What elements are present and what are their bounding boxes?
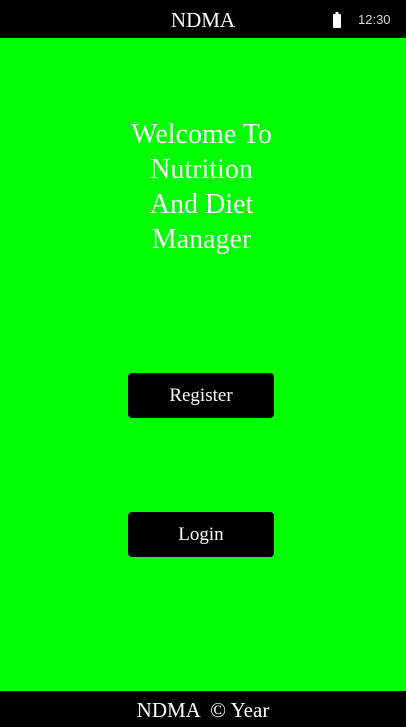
- register-button[interactable]: Register: [128, 373, 274, 418]
- welcome-line: Nutrition: [150, 154, 253, 185]
- footer-copyright: NDMA © Year: [136, 698, 270, 722]
- top-bar: NDMA 12:30: [0, 0, 406, 38]
- app-title: NDMA: [170, 8, 236, 32]
- welcome-line: Welcome To: [131, 119, 272, 150]
- clock-time: 12:30: [358, 12, 391, 27]
- welcome-line: And Diet: [149, 189, 254, 220]
- app-screen: NDMA 12:30 Welcome To Nutrition And Diet…: [0, 0, 406, 727]
- battery-icon: [333, 12, 341, 28]
- welcome-line: Manager: [151, 224, 252, 255]
- login-button[interactable]: Login: [128, 512, 274, 557]
- footer-bar: NDMA © Year: [0, 691, 406, 727]
- welcome-heading: Welcome To Nutrition And Diet Manager: [0, 117, 403, 257]
